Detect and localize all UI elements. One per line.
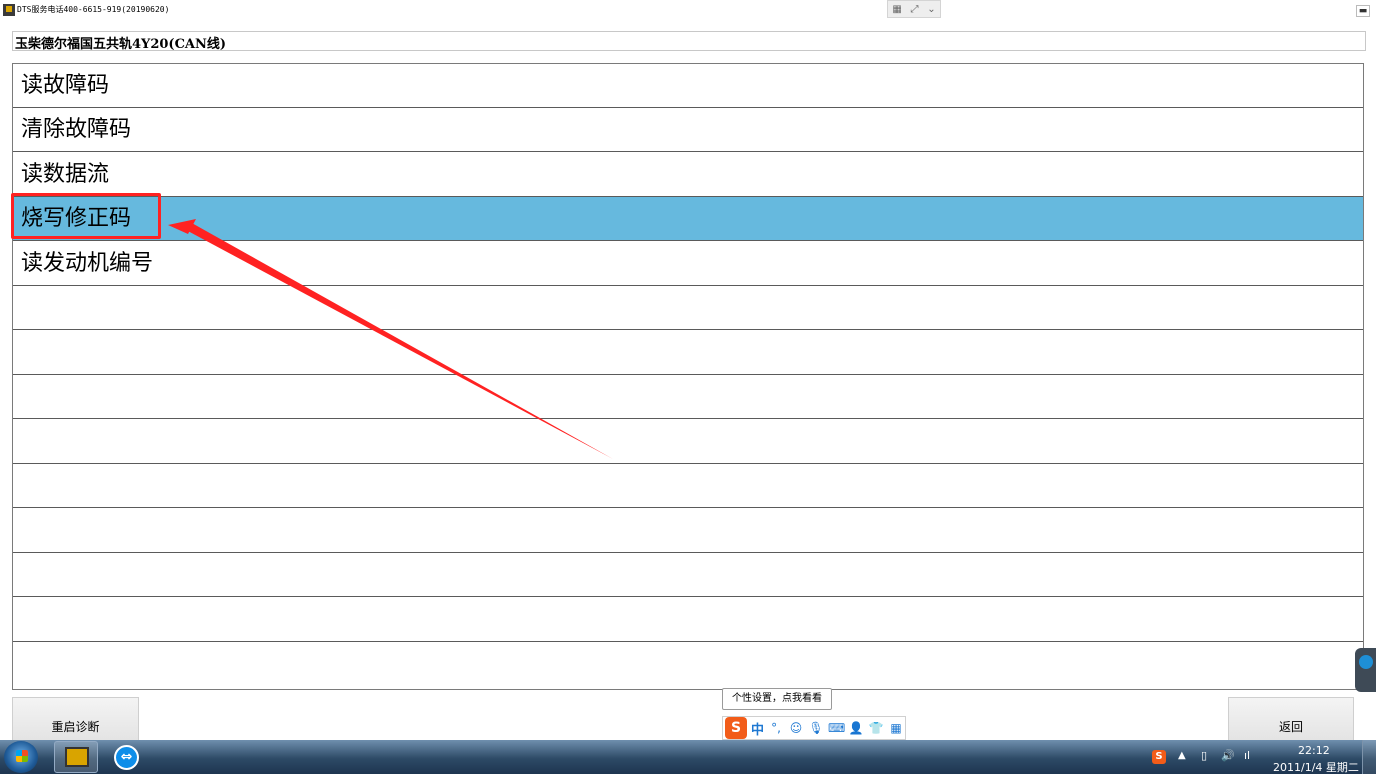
vehicle-title: 玉柴德尔福国五共轨4Y20(CAN线) <box>15 37 227 52</box>
restart-diagnosis-button[interactable]: 重启诊断 <box>12 697 139 743</box>
menu-item-read-engine-number[interactable]: 读发动机编号 <box>13 242 1363 286</box>
menu-item-empty[interactable] <box>13 464 1363 508</box>
start-button[interactable] <box>4 741 38 773</box>
taskbar-app-diagnostic[interactable] <box>54 741 98 773</box>
punctuation-toggle[interactable]: °, <box>768 721 784 735</box>
ime-language-toggle[interactable]: 中 <box>751 719 764 738</box>
network-icon[interactable]: ıl <box>1244 749 1250 762</box>
shirt-icon[interactable]: 👕 <box>868 721 884 735</box>
menu-item-clear-fault-codes[interactable]: 清除故障码 <box>13 108 1363 152</box>
menu-item-empty[interactable] <box>13 553 1363 597</box>
ime-toolbar: S 中 °, ☺ 🎙 ⌨ 👤 👕 ▦ <box>722 716 906 740</box>
smile-icon[interactable]: ☺ <box>788 721 804 735</box>
menu-item-read-fault-codes[interactable]: 读故障码 <box>13 64 1363 108</box>
windows-logo-icon <box>16 750 28 762</box>
menu-item-flash-correction-code[interactable]: 烧写修正码 <box>13 197 1363 241</box>
menu-item-empty[interactable] <box>13 331 1363 375</box>
window-title: DTS服务电话400-6615-919(20190620) <box>17 5 170 14</box>
function-menu: 读故障码 清除故障码 读数据流 烧写修正码 读发动机编号 <box>12 63 1364 690</box>
user-icon[interactable]: 👤 <box>848 721 864 735</box>
menu-item-read-data-stream[interactable]: 读数据流 <box>13 153 1363 197</box>
clock-date[interactable]: 2011/1/4 星期二 <box>1273 759 1359 775</box>
volume-icon[interactable]: 🔊 <box>1221 749 1235 762</box>
sogou-logo-icon[interactable]: S <box>725 717 747 739</box>
mic-icon[interactable]: 🎙 <box>808 721 824 735</box>
clock-time[interactable]: 22:12 <box>1298 744 1330 757</box>
app-icon <box>3 4 15 16</box>
teamviewer-side-widget[interactable] <box>1355 648 1376 692</box>
teamviewer-icon: ⇔ <box>114 745 139 770</box>
device-icon[interactable]: ▯ <box>1201 749 1207 762</box>
menu-item-empty[interactable] <box>13 420 1363 464</box>
apps-icon[interactable]: ▦ <box>888 721 904 735</box>
minimize-button[interactable]: ▬ <box>1356 5 1370 17</box>
menu-item-empty[interactable] <box>13 642 1363 686</box>
menu-item-empty[interactable] <box>13 375 1363 419</box>
taskbar-app-teamviewer[interactable]: ⇔ <box>104 741 148 773</box>
sogou-tray-icon[interactable]: S <box>1152 750 1166 764</box>
show-desktop-button[interactable] <box>1362 740 1376 774</box>
floating-toolbar: ▦ ⤢ ⌄ <box>887 0 941 18</box>
taskbar: ⇔ <box>0 740 1376 774</box>
vehicle-header: 玉柴德尔福国五共轨4Y20(CAN线) <box>12 31 1366 52</box>
menu-item-empty[interactable] <box>13 509 1363 553</box>
ime-tooltip: 个性设置，点我看看 <box>722 688 832 710</box>
grid-icon[interactable]: ▦ <box>892 4 901 15</box>
chevron-down-icon[interactable]: ⌄ <box>927 4 935 15</box>
expand-icon[interactable]: ⤢ <box>911 4 919 15</box>
back-button[interactable]: 返回 <box>1228 697 1354 743</box>
keyboard-icon[interactable]: ⌨ <box>828 721 845 735</box>
diagnostic-app-icon <box>65 747 89 767</box>
title-bar: DTS服务电话400-6615-919(20190620) ▬ <box>0 0 1376 20</box>
show-hidden-icons-icon[interactable]: ▲ <box>1178 750 1186 761</box>
menu-item-empty[interactable] <box>13 286 1363 330</box>
menu-item-empty[interactable] <box>13 598 1363 642</box>
